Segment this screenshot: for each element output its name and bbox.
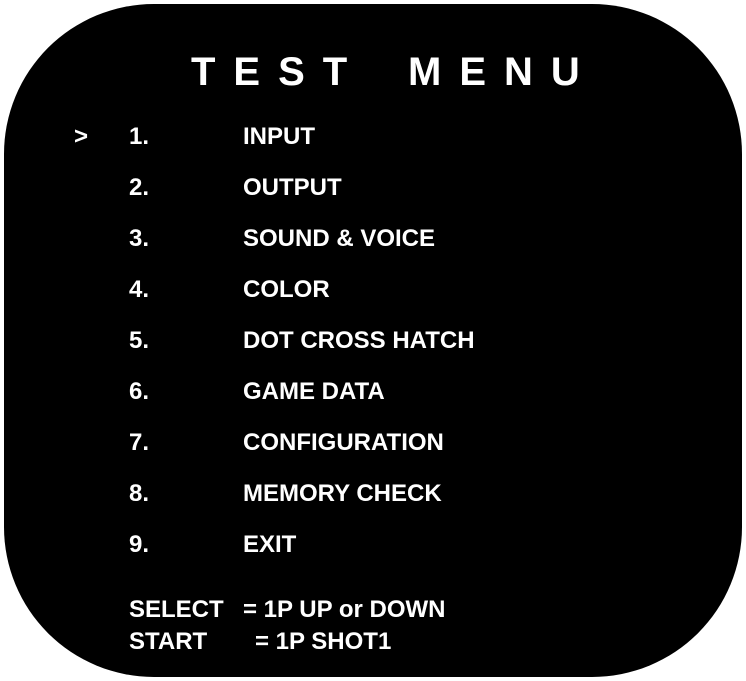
menu-item-label: OUTPUT [243, 174, 342, 201]
start-key-value: = 1P SHOT1 [255, 628, 392, 655]
menu-item-number: 7. [129, 429, 150, 456]
title-word-menu: MENU [408, 50, 598, 94]
menu-item-number: 8. [129, 480, 150, 507]
selection-cursor: > [74, 123, 89, 150]
title-word-test: TEST [191, 50, 366, 94]
menu-item-label: SOUND & VOICE [243, 225, 436, 252]
menu-item-label: MEMORY CHECK [243, 480, 442, 507]
menu-item-number: 2. [129, 174, 150, 201]
menu-item-label: DOT CROSS HATCH [243, 327, 475, 354]
menu-item-exit[interactable]: 9. EXIT [4, 525, 742, 565]
page-title: TEST MENU [4, 44, 742, 104]
menu-item-number: 1. [129, 123, 150, 150]
menu-item-number: 9. [129, 531, 150, 558]
menu-item-number: 6. [129, 378, 150, 405]
start-key-label: START [129, 628, 208, 655]
test-menu-screen: TEST MENU > 1. INPUT 2. OUTPUT 3. SOUND … [4, 4, 742, 677]
menu-item-number: 5. [129, 327, 150, 354]
menu-item-number: 4. [129, 276, 150, 303]
menu-item-configuration[interactable]: 7. CONFIGURATION [4, 423, 742, 463]
menu-item-label: EXIT [243, 531, 297, 558]
menu-item-sound-voice[interactable]: 3. SOUND & VOICE [4, 219, 742, 259]
select-key-label: SELECT [129, 596, 224, 623]
menu-item-label: CONFIGURATION [243, 429, 444, 456]
menu-item-input[interactable]: > 1. INPUT [4, 117, 742, 157]
menu-item-dot-cross-hatch[interactable]: 5. DOT CROSS HATCH [4, 321, 742, 361]
menu-item-label: GAME DATA [243, 378, 385, 405]
menu-item-game-data[interactable]: 6. GAME DATA [4, 372, 742, 412]
select-key-value: = 1P UP or DOWN [243, 596, 446, 623]
menu-item-output[interactable]: 2. OUTPUT [4, 168, 742, 208]
menu-item-number: 3. [129, 225, 150, 252]
menu-item-label: INPUT [243, 123, 315, 150]
menu-item-memory-check[interactable]: 8. MEMORY CHECK [4, 474, 742, 514]
menu-item-color[interactable]: 4. COLOR [4, 270, 742, 310]
menu-item-label: COLOR [243, 276, 330, 303]
